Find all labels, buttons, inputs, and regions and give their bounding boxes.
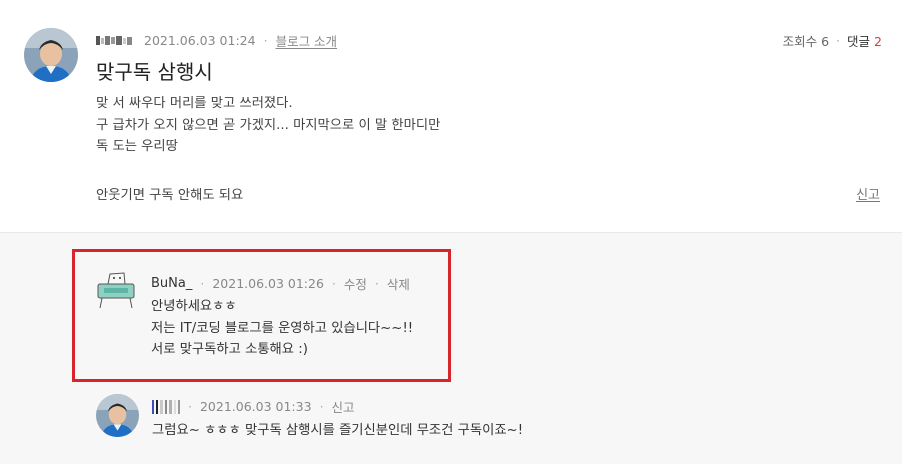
separator-dot: · — [263, 33, 268, 48]
category-link[interactable]: 블로그 소개 — [276, 31, 337, 50]
author-avatar[interactable] — [96, 394, 139, 437]
post-body-line: 맞 서 싸우다 머리를 맞고 쓰러졌다. — [96, 96, 293, 111]
post-body-line: 구 급차가 오지 않으면 곧 가겠지... 마지막으로 이 말 한마디만 — [96, 117, 441, 133]
post-stats: 조회수 6 · 댓글 2 — [783, 31, 882, 50]
post-body: 맞 서 싸우다 머리를 맞고 쓰러졌다. 구 급차가 오지 않으면 곧 가겠지.… — [96, 93, 440, 158]
report-link[interactable]: 신고 — [856, 184, 880, 203]
post-title: 맞구독 삼행시 — [96, 60, 213, 84]
post-body-line: 독 도는 우리땅 — [96, 139, 178, 154]
author-name-blurred[interactable] — [96, 36, 132, 45]
post-footer-text: 안웃기면 구독 안해도 되요 — [96, 188, 244, 203]
separator-dot: · — [836, 33, 841, 48]
highlight-box — [72, 249, 451, 382]
author-name-blurred[interactable] — [152, 399, 180, 414]
comments-toggle[interactable]: 댓글 2 — [847, 31, 882, 50]
separator-dot: · — [188, 399, 192, 414]
reply-meta: · 2021.06.03 01:33 · 신고 — [152, 397, 355, 416]
post-section: 2021.06.03 01:24 · 블로그 소개 조회수 6 · 댓글 2 맞구… — [0, 0, 910, 232]
comments-label: 댓글 — [847, 34, 871, 49]
post-meta: 2021.06.03 01:24 · 블로그 소개 — [96, 31, 337, 50]
reply-text: 그럼요~ ㅎㅎㅎ 맞구독 삼행시를 즐기신분인데 무조건 구독이죠~! — [152, 423, 524, 438]
reply-date: 2021.06.03 01:33 — [199, 399, 312, 414]
reply-report-link[interactable]: 신고 — [332, 397, 355, 416]
separator-dot: · — [319, 399, 324, 414]
comments-count: 2 — [874, 34, 882, 49]
author-avatar[interactable] — [24, 28, 78, 82]
view-count: 조회수 6 — [782, 34, 830, 49]
post-date: 2021.06.03 01:24 — [144, 33, 256, 48]
